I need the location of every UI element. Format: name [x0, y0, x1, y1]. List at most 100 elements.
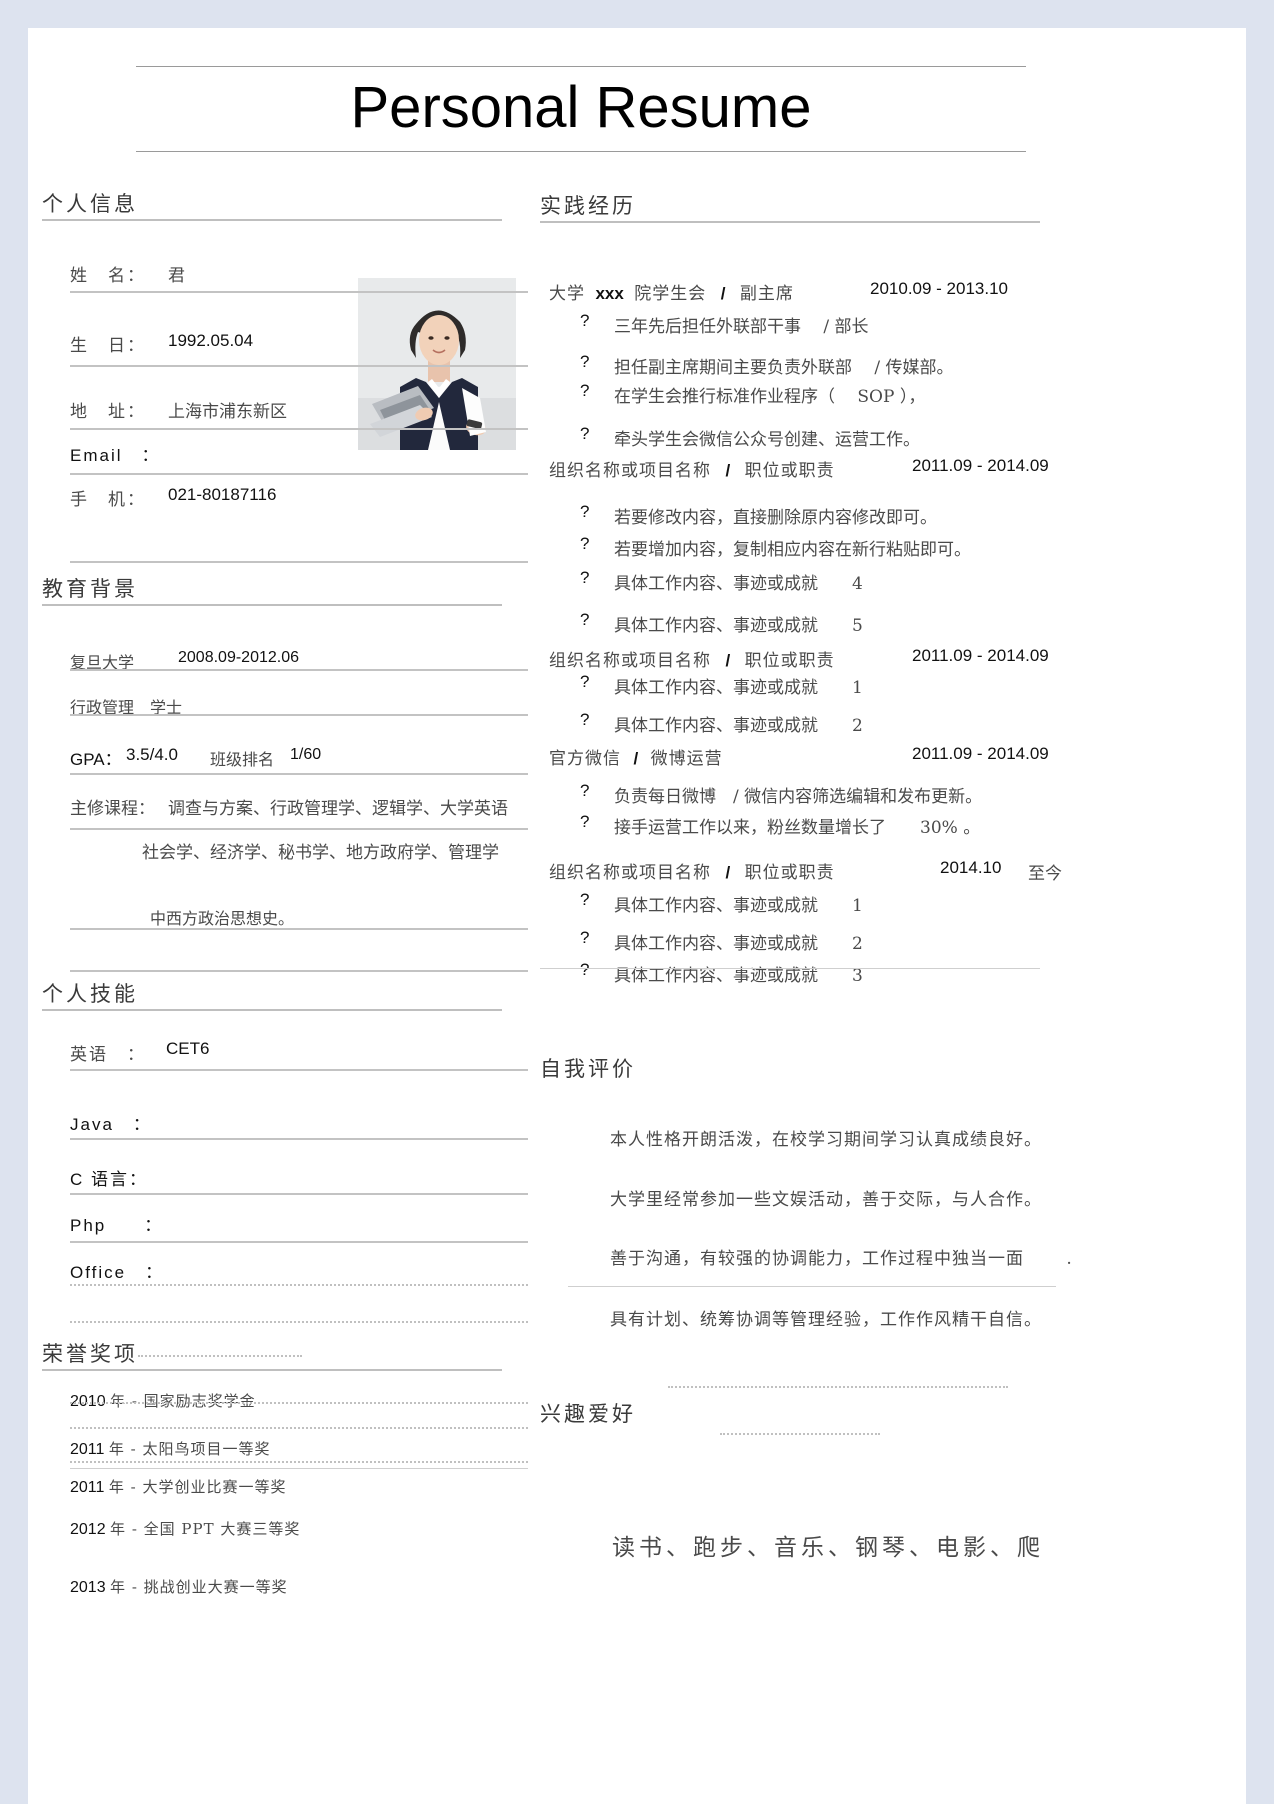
skill-rule-office	[70, 1284, 528, 1286]
experience-entry-3-slash: /	[725, 651, 731, 670]
skill-label-english: 英语 ：	[70, 1045, 146, 1065]
honor-year-4: 2012	[70, 1521, 106, 1538]
field-rule-email	[70, 473, 528, 475]
experience-bullet-glyph: ?	[580, 311, 590, 330]
experience-entry-4-bullet-1: 负责每日微博 / 微信内容筛选编辑和发布更新。	[614, 787, 983, 807]
skills-heading-rule	[42, 1009, 502, 1011]
experience-entry-5-date: 2014.10	[940, 858, 1002, 877]
experience-entry-5-bullet-2: 具体工作内容、事迹或成就 2	[614, 934, 863, 954]
skill-label-c: C 语言：	[70, 1170, 148, 1189]
experience-entry-1-bullet-1: 三年先后担任外联部干事 / 部长	[614, 317, 869, 337]
experience-bullet-glyph: ?	[580, 812, 590, 831]
honor-text-5: 年 - 挑战创业大赛一等奖	[110, 1578, 288, 1596]
experience-entry-1-header: 大学 xxx 院学生会 / 副主席	[549, 279, 794, 304]
experience-entry-4-slash: /	[633, 749, 639, 768]
portrait-photo-image	[358, 278, 516, 450]
self-evaluation-heading-label: 自我评价	[540, 1057, 636, 1081]
education-rank-label: 班级排名	[210, 750, 275, 769]
honor-text-2: 年 - 太阳鸟项目一等奖	[108, 1440, 271, 1458]
education-rule-5	[70, 928, 528, 930]
personal-info-heading-rule	[42, 219, 502, 221]
field-value-birthday: 1992.05.04	[168, 331, 254, 350]
experience-entry-4-org: 官方微信	[549, 749, 621, 769]
field-label-name: 姓 名：	[70, 266, 146, 286]
honors-heading-label: 荣誉奖项	[42, 1342, 138, 1366]
experience-entry-1-org-mid: xxx	[595, 284, 624, 303]
experience-entry-3-bullet-2: 具体工作内容、事迹或成就 2	[614, 716, 863, 736]
experience-bullet-glyph: ?	[580, 928, 590, 947]
title-bottom-rule	[136, 151, 1026, 152]
experience-entry-2-bullet-1: 若要修改内容，直接删除原内容修改即可。	[614, 508, 937, 528]
experience-bullet-glyph: ?	[580, 781, 590, 800]
honor-row-5: 2013 年 - 挑战创业大赛一等奖	[70, 1576, 288, 1597]
experience-entry-5-header: 组织名称或项目名称 / 职位或职责	[549, 858, 835, 883]
education-courses-line2: 社会学、经济学、秘书学、地方政府学、管理学	[142, 843, 499, 863]
experience-bullet-glyph: ?	[580, 960, 590, 979]
skills-bottom-dotrule	[70, 1321, 528, 1323]
experience-entry-5-org: 组织名称或项目名称	[549, 863, 711, 883]
self-evaluation-line-1: 本人性格开朗活泼，在校学习期间学习认真成绩良好。	[610, 1130, 1042, 1150]
experience-bullet-glyph: ?	[580, 890, 590, 909]
experience-entry-4-role: 微博运营	[650, 749, 723, 769]
honor-row-1: 2010 年 - 国家励志奖学金	[70, 1390, 256, 1411]
document-title-block: Personal Resume	[136, 66, 1026, 152]
experience-bullet-glyph: ?	[580, 534, 590, 553]
education-gpa-value: 3.5/4.0	[126, 745, 178, 764]
interests-mid-dotrule	[720, 1433, 880, 1435]
experience-bullet-glyph: ?	[580, 381, 590, 400]
experience-entry-3-org: 组织名称或项目名称	[549, 651, 711, 671]
experience-entry-2-header: 组织名称或项目名称 / 职位或职责	[549, 456, 835, 481]
honor-year-2: 2011	[70, 1441, 105, 1458]
experience-entry-1-bullet-4: 牵头学生会微信公众号创建、运营工作。	[614, 430, 920, 450]
experience-bullet-glyph: ?	[580, 352, 590, 371]
experience-bullet-glyph: ?	[580, 710, 590, 729]
education-rule-3	[70, 773, 528, 775]
section-heading-experience: 实践经历	[540, 190, 1040, 223]
interests-text: 读书、跑步、音乐、钢琴、电影、爬	[612, 1535, 1044, 1561]
honors-heading-dotrule	[138, 1355, 302, 1357]
field-value-name: 君	[168, 266, 185, 286]
field-label-birthday: 生 日：	[70, 336, 146, 356]
field-label-phone: 手 机：	[70, 490, 146, 510]
experience-bullet-glyph: ?	[580, 568, 590, 587]
experience-entry-2-org: 组织名称或项目名称	[549, 461, 711, 481]
experience-entry-2-bullet-2: 若要增加内容，复制相应内容在新行粘贴即可。	[614, 540, 971, 560]
experience-entry-1-org-prefix: 大学	[549, 284, 585, 304]
education-rank-value: 1/60	[290, 746, 322, 763]
experience-entry-3-date: 2011.09 - 2014.09	[912, 646, 1049, 665]
skills-heading-label: 个人技能	[42, 982, 138, 1006]
section-heading-education: 教育背景	[42, 573, 502, 606]
resume-page: Personal Resume 个人信息 姓 名： 君 生 日： 1992.05…	[28, 28, 1246, 1804]
skill-value-english: CET6	[166, 1039, 210, 1058]
experience-entry-4-header: 官方微信 / 微博运营	[549, 744, 723, 769]
honor-dotrule-1b	[70, 1427, 528, 1429]
experience-entry-1-role: 副主席	[739, 284, 794, 304]
self-evaluation-line-4: 具有计划、统筹协调等管理经验，工作作风精干自信。	[610, 1310, 1042, 1330]
experience-entry-1-bullet-3: 在学生会推行标准作业程序（ SOP ），	[614, 387, 926, 407]
education-period: 2008.09-2012.06	[178, 649, 299, 666]
experience-entry-1-date: 2010.09 - 2013.10	[870, 279, 1009, 298]
self-evaluation-line-3: 善于沟通，有较强的协调能力，工作过程中独当一面 .	[610, 1249, 1073, 1269]
education-rule-1	[70, 669, 528, 671]
experience-bullet-glyph: ?	[580, 672, 590, 691]
honor-row-2: 2011 年 - 太阳鸟项目一等奖	[70, 1438, 270, 1459]
section-heading-interests: 兴趣爱好	[540, 1398, 1040, 1428]
education-heading-label: 教育背景	[42, 577, 138, 601]
education-bottom-rule	[70, 970, 528, 972]
honor-dotrule-2	[70, 1461, 528, 1463]
honor-dotrule-1	[70, 1402, 528, 1404]
experience-entry-3-header: 组织名称或项目名称 / 职位或职责	[549, 646, 835, 671]
experience-entry-5-date-suffix: 至今	[1028, 864, 1062, 884]
experience-bullet-glyph: ?	[580, 610, 590, 629]
skill-rule-c	[70, 1193, 528, 1195]
skill-label-java: Java ：	[70, 1115, 152, 1134]
honor-year-3: 2011	[70, 1479, 105, 1496]
page-title: Personal Resume	[350, 75, 812, 140]
section-heading-skills: 个人技能	[42, 978, 502, 1011]
personal-info-heading-label: 个人信息	[42, 192, 138, 216]
experience-entry-4-date: 2011.09 - 2014.09	[912, 744, 1049, 763]
self-evaluation-line-2: 大学里经常参加一些文娱活动，善于交际，与人合作。	[610, 1190, 1042, 1210]
skill-label-office: Office ：	[70, 1263, 165, 1282]
field-value-address: 上海市浦东新区	[168, 402, 287, 422]
education-courses-line1: 调查与方案、行政管理学、逻辑学、大学英语	[168, 799, 508, 819]
